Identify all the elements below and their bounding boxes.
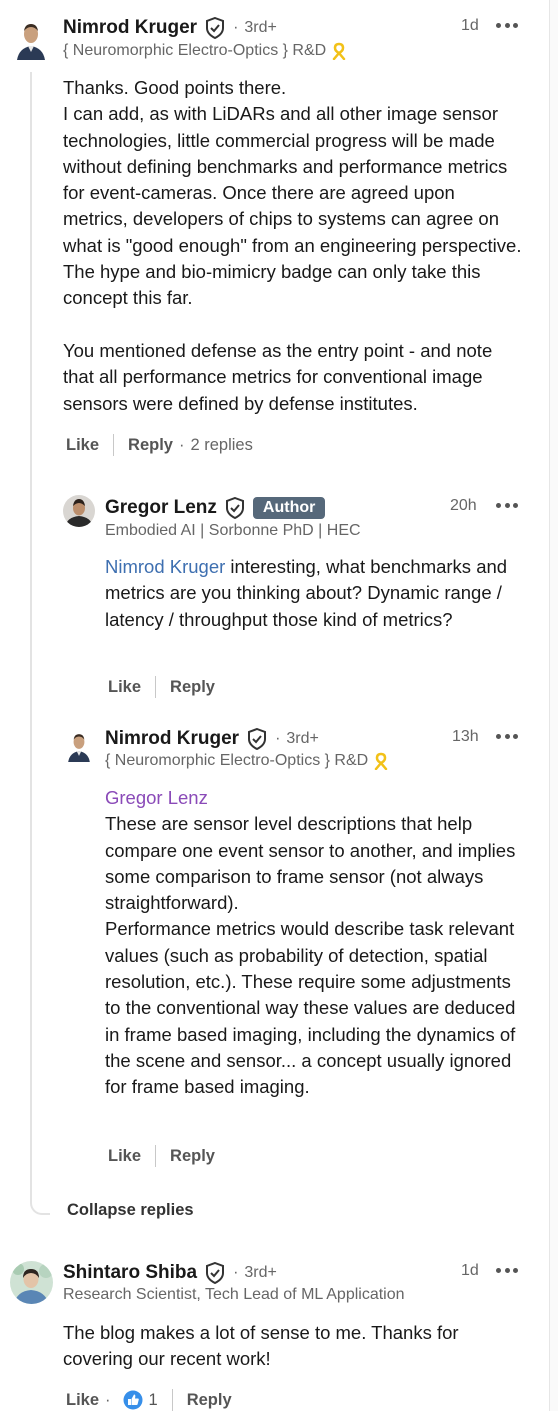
like-button[interactable]: Like <box>66 436 99 455</box>
author-name[interactable]: Nimrod Kruger <box>63 17 197 39</box>
comment-time: 13h <box>452 728 479 745</box>
comment-time: 1d <box>461 1262 479 1279</box>
comment-paragraph: I can add, as with LiDARs and all other … <box>63 103 522 309</box>
comment-paragraph: Thanks. Good points there. <box>63 77 287 98</box>
scrollbar-track[interactable] <box>549 0 558 1411</box>
collapse-replies-button[interactable]: Collapse replies <box>67 1201 194 1220</box>
like-button[interactable]: Like <box>108 1147 141 1166</box>
thread-connector-line <box>30 72 50 1215</box>
reply-button[interactable]: Reply <box>170 678 215 697</box>
author-name[interactable]: Nimrod Kruger <box>105 728 239 750</box>
verified-icon <box>205 16 225 40</box>
person-avatar-icon <box>13 16 49 60</box>
more-horizontal-icon[interactable] <box>496 503 518 509</box>
divider <box>113 434 115 456</box>
person-avatar-icon <box>63 495 95 527</box>
verified-icon <box>205 1261 225 1285</box>
comment-time: 1d <box>461 17 479 34</box>
reply-button[interactable]: Reply <box>187 1391 232 1410</box>
comment-paragraph <box>63 312 523 338</box>
author-headline: { Neuromorphic Electro-Optics } R&D <box>105 752 369 769</box>
yellow-ribbon-icon <box>374 752 388 771</box>
like-button[interactable]: Like <box>108 678 141 697</box>
reply-button[interactable]: Reply <box>128 436 173 455</box>
divider <box>155 1145 157 1167</box>
avatar[interactable] <box>13 16 49 60</box>
separator-dot: · <box>105 1390 111 1409</box>
reply-paragraph: These are sensor level descriptions that… <box>105 813 516 914</box>
comment-body: Thanks. Good points there. I can add, as… <box>63 75 523 417</box>
person-avatar-icon <box>65 728 93 762</box>
author-name[interactable]: Shintaro Shiba <box>63 1262 197 1284</box>
person-avatar-icon <box>10 1261 53 1304</box>
connection-degree: 3rd+ <box>244 1264 277 1281</box>
avatar[interactable] <box>65 728 93 762</box>
author-badge: Author <box>252 497 326 519</box>
author-headline: Research Scientist, Tech Lead of ML Appl… <box>63 1286 405 1303</box>
separator-dot: · <box>275 730 281 747</box>
reply-body: Nimrod Kruger interesting, what benchmar… <box>105 554 515 633</box>
comment-paragraph: The blog makes a lot of sense to me. Tha… <box>63 1322 459 1370</box>
divider <box>171 1389 173 1411</box>
reaction-count: 1 <box>148 1390 158 1409</box>
author-headline: Embodied AI | Sorbonne PhD | HEC <box>105 522 361 539</box>
author-name[interactable]: Gregor Lenz <box>105 497 217 519</box>
reply-button[interactable]: Reply <box>170 1147 215 1166</box>
comment-paragraph: You mentioned defense as the entry point… <box>63 339 493 414</box>
reply-paragraph: Performance metrics would describe task … <box>105 918 516 1098</box>
comment-time: 20h <box>450 497 477 514</box>
reply-body: Gregor Lenz These are sensor level descr… <box>105 785 530 1101</box>
more-horizontal-icon[interactable] <box>496 23 518 29</box>
separator-dot: · <box>178 435 185 454</box>
mention-link[interactable]: Nimrod Kruger <box>105 556 225 577</box>
verified-icon <box>247 727 267 751</box>
comment-body: The blog makes a lot of sense to me. Tha… <box>63 1320 503 1373</box>
separator-dot: · <box>233 19 239 36</box>
like-button[interactable]: Like <box>66 1391 99 1410</box>
more-horizontal-icon[interactable] <box>496 1268 518 1274</box>
thumbs-up-icon <box>123 1390 143 1410</box>
connection-degree: 3rd+ <box>286 730 319 747</box>
yellow-ribbon-icon <box>332 42 346 61</box>
divider <box>155 676 157 698</box>
avatar[interactable] <box>63 495 95 527</box>
author-headline: { Neuromorphic Electro-Optics } R&D <box>63 42 327 59</box>
mention-link[interactable]: Gregor Lenz <box>105 785 530 811</box>
replies-count-link[interactable]: 2 replies <box>190 436 252 455</box>
connection-degree: 3rd+ <box>244 19 277 36</box>
separator-dot: · <box>233 1264 239 1281</box>
verified-icon <box>225 496 245 520</box>
avatar[interactable] <box>10 1261 53 1304</box>
reaction-summary[interactable]: 1 <box>123 1390 158 1410</box>
more-horizontal-icon[interactable] <box>496 734 518 740</box>
